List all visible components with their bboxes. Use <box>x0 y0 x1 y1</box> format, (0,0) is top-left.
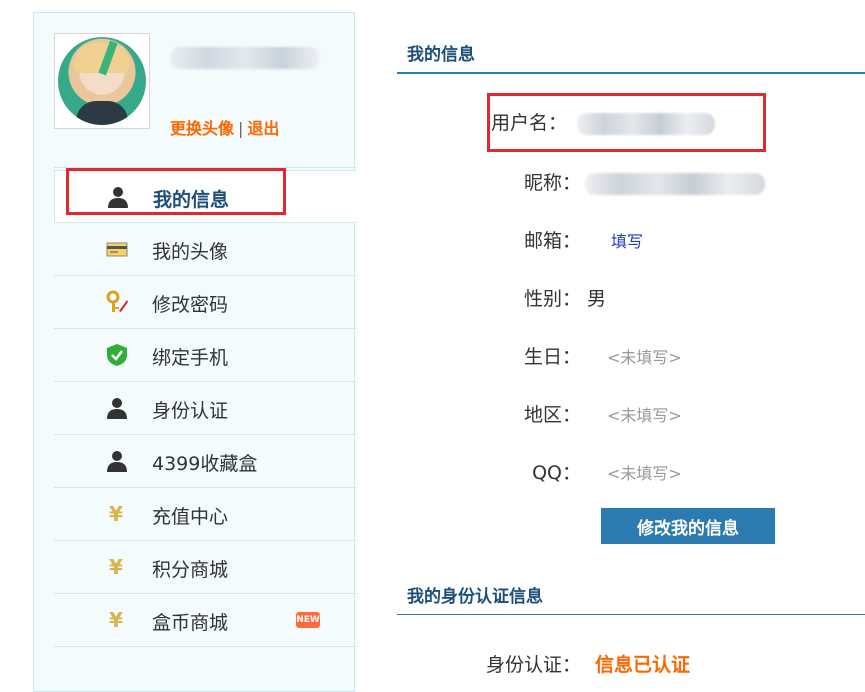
row-birthday: 生日： <未填写> <box>507 342 682 369</box>
identity-label: 身份认证： <box>485 654 581 676</box>
email-fill-link[interactable]: 填写 <box>611 228 643 252</box>
section-divider <box>397 614 865 615</box>
section-divider <box>397 72 865 74</box>
section-title-identity: 我的身份认证信息 <box>407 587 543 607</box>
user-icon <box>107 451 127 472</box>
change-avatar-link[interactable]: 更换头像 <box>170 119 234 138</box>
logout-link[interactable]: 退出 <box>247 119 279 138</box>
profile-panel: 更换头像 | 退出 <box>54 33 356 163</box>
user-icon <box>107 398 127 419</box>
row-qq: QQ： <未填写> <box>507 458 682 485</box>
sidebar-item-recharge[interactable]: ¥ 充值中心 <box>54 488 356 541</box>
nickname-value-blurred <box>585 172 765 195</box>
row-gender: 性别： 男 <box>507 284 606 311</box>
sidebar-item-my-avatar[interactable]: 我的头像 <box>54 223 356 276</box>
new-badge: NEW <box>296 612 320 628</box>
row-region: 地区： <未填写> <box>507 400 682 427</box>
link-separator: | <box>238 119 244 138</box>
qq-value: <未填写> <box>607 464 682 483</box>
email-label: 邮箱： <box>523 230 581 252</box>
sidebar-item-label: 身份认证 <box>152 400 229 422</box>
sidebar-item-favorites-box[interactable]: 4399收藏盒 <box>54 435 356 488</box>
sidebar-item-label: 修改密码 <box>152 294 229 316</box>
identity-status: 信息已认证 <box>595 654 691 676</box>
gender-value: 男 <box>587 288 607 310</box>
row-identity: 身份认证： 信息已认证 <box>477 650 690 677</box>
yen-icon: ¥ <box>109 555 123 579</box>
sidebar-item-label: 绑定手机 <box>152 347 229 369</box>
region-label: 地区： <box>523 404 581 426</box>
sidebar: 更换头像 | 退出 我的信息 我的头像 修改密码 绑定手机 身份认证 4399收… <box>33 12 357 692</box>
row-email: 邮箱： 填写 <box>507 226 643 253</box>
sidebar-item-label: 盒币商城 <box>152 612 229 634</box>
birthday-value: <未填写> <box>607 348 682 367</box>
sidebar-item-label: 4399收藏盒 <box>152 453 258 475</box>
sidebar-item-points-mall[interactable]: ¥ 积分商城 <box>54 541 356 594</box>
key-pen-icon <box>106 290 128 312</box>
sidebar-menu: 我的信息 我的头像 修改密码 绑定手机 身份认证 4399收藏盒 ¥ 充值中心 … <box>54 170 357 647</box>
username-blurred <box>170 47 320 69</box>
sidebar-item-bind-phone[interactable]: 绑定手机 <box>54 329 356 382</box>
sidebar-item-change-password[interactable]: 修改密码 <box>54 276 356 329</box>
highlight-username <box>487 93 766 152</box>
sidebar-item-label: 我的头像 <box>152 241 229 263</box>
nickname-label: 昵称： <box>523 172 581 194</box>
yen-icon: ¥ <box>109 608 123 632</box>
sidebar-item-label: 积分商城 <box>152 559 229 581</box>
yen-icon: ¥ <box>109 502 123 526</box>
row-nickname: 昵称： <box>507 168 765 195</box>
avatar[interactable] <box>54 33 150 129</box>
svg-text:¥: ¥ <box>109 555 123 579</box>
qq-label: QQ： <box>532 462 581 484</box>
sidebar-item-label: 充值中心 <box>152 506 229 528</box>
svg-text:¥: ¥ <box>109 608 123 632</box>
edit-my-info-button[interactable]: 修改我的信息 <box>601 508 775 544</box>
region-value: <未填写> <box>607 406 682 425</box>
highlight-my-info <box>66 168 286 215</box>
birthday-label: 生日： <box>523 346 581 368</box>
section-title-my-info: 我的信息 <box>407 45 475 65</box>
sidebar-item-coin-mall[interactable]: ¥ 盒币商城 NEW <box>54 594 356 647</box>
id-card-icon <box>106 242 128 257</box>
svg-text:¥: ¥ <box>109 502 123 526</box>
profile-links: 更换头像 | 退出 <box>170 115 279 139</box>
shield-check-icon <box>107 344 127 366</box>
gender-label: 性别： <box>523 288 581 310</box>
sidebar-item-identity[interactable]: 身份认证 <box>54 382 356 435</box>
avatar-image <box>58 37 146 125</box>
